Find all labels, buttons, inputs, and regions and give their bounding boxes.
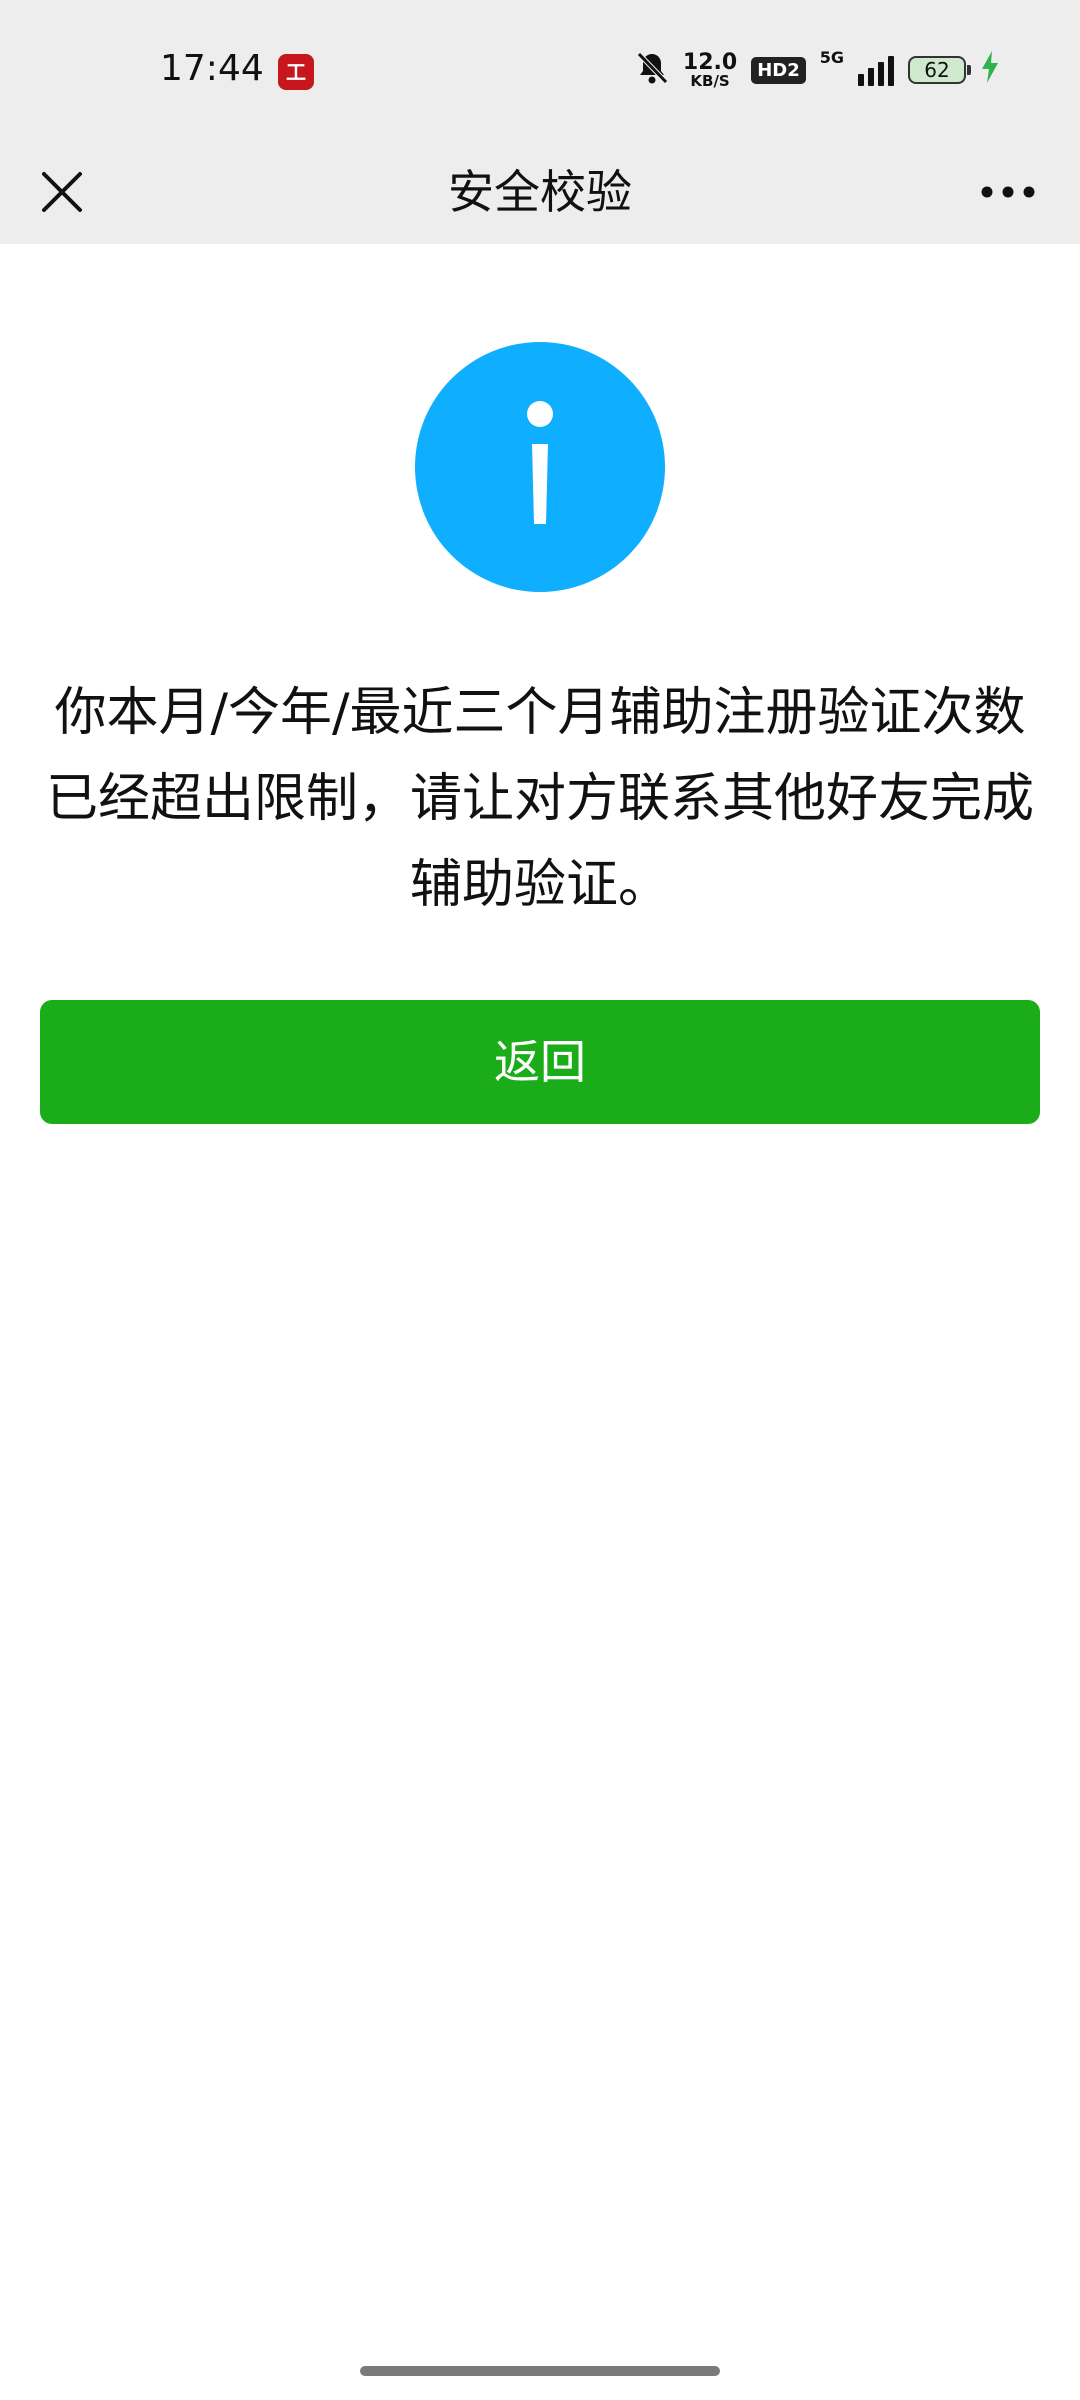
battery-level: 62 [924,58,950,82]
status-icons: 12.0 KB/S HD2 5G 62 [635,48,1000,92]
network-type: 5G [819,48,844,67]
status-time: 17:44 [160,48,264,89]
info-icon [415,342,665,592]
close-icon [42,172,82,212]
app-notification-icon: 工 [278,54,314,90]
battery-icon: 62 [908,56,971,84]
charging-bolt-icon [980,51,1000,89]
navigation-bar: 安全校验 [0,140,1080,244]
back-button[interactable]: 返回 [40,1000,1040,1124]
network-speed-unit: KB/S [690,71,730,90]
error-message: 你本月/今年/最近三个月辅助注册验证次数已经超出限制，请让对方联系其他好友完成辅… [45,683,1034,915]
more-icon [981,186,1035,198]
signal-icon [858,54,894,86]
network-speed-value: 12.0 [682,49,738,75]
network-speed: 12.0 KB/S [682,49,738,90]
hd-voice-icon: HD2 [751,56,806,84]
bell-off-icon [635,50,669,90]
close-button[interactable] [24,154,100,230]
home-indicator[interactable] [360,2366,720,2376]
status-bar: 17:44 工 12.0 KB/S HD2 5G 62 [0,0,1080,140]
page-title: 安全校验 [448,165,632,219]
more-button[interactable] [960,154,1056,230]
